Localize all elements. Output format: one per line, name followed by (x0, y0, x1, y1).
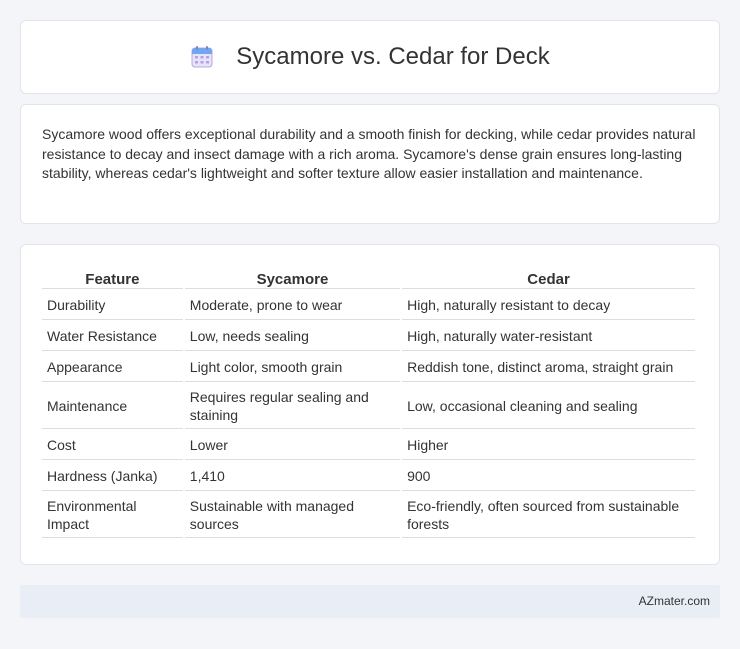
column-header-feature: Feature (42, 265, 183, 289)
table-row: Cost Lower Higher (42, 431, 695, 460)
column-header-cedar: Cedar (402, 265, 695, 289)
feature-cell: Cost (42, 431, 183, 460)
table-row: Appearance Light color, smooth grain Red… (42, 353, 695, 382)
feature-cell: Water Resistance (42, 322, 183, 351)
sycamore-cell: 1,410 (184, 462, 401, 491)
feature-cell: Maintenance (42, 384, 183, 429)
sycamore-cell: Low, needs sealing (184, 322, 401, 351)
feature-cell: Environmental Impact (42, 493, 183, 538)
comparison-table: Feature Sycamore Cedar Durability Modera… (40, 263, 697, 540)
sycamore-cell: Sustainable with managed sources (184, 493, 401, 538)
table-row: Hardness (Janka) 1,410 900 (42, 462, 695, 491)
calendar-icon (190, 45, 214, 69)
footer: AZmater.com (20, 585, 720, 618)
feature-cell: Durability (42, 291, 183, 320)
page-title: Sycamore vs. Cedar for Deck (236, 43, 550, 70)
table-row: Water Resistance Low, needs sealing High… (42, 322, 695, 351)
feature-cell: Appearance (42, 353, 183, 382)
cedar-cell: Eco-friendly, often sourced from sustain… (402, 493, 695, 538)
table-row: Environmental Impact Sustainable with ma… (42, 493, 695, 538)
sycamore-cell: Moderate, prone to wear (184, 291, 401, 320)
table-header-row: Feature Sycamore Cedar (42, 265, 695, 289)
sycamore-cell: Lower (184, 431, 401, 460)
cedar-cell: Low, occasional cleaning and sealing (402, 384, 695, 429)
summary-card: Sycamore wood offers exceptional durabil… (20, 104, 720, 224)
summary-text: Sycamore wood offers exceptional durabil… (42, 126, 696, 181)
sycamore-cell: Light color, smooth grain (184, 353, 401, 382)
cedar-cell: Reddish tone, distinct aroma, straight g… (402, 353, 695, 382)
cedar-cell: 900 (402, 462, 695, 491)
cedar-cell: High, naturally water-resistant (402, 322, 695, 351)
column-header-sycamore: Sycamore (184, 265, 401, 289)
title-card: Sycamore vs. Cedar for Deck (20, 20, 720, 94)
cedar-cell: Higher (402, 431, 695, 460)
cedar-cell: High, naturally resistant to decay (402, 291, 695, 320)
comparison-table-card: Feature Sycamore Cedar Durability Modera… (20, 244, 720, 565)
sycamore-cell: Requires regular sealing and staining (184, 384, 401, 429)
table-row: Maintenance Requires regular sealing and… (42, 384, 695, 429)
feature-cell: Hardness (Janka) (42, 462, 183, 491)
table-row: Durability Moderate, prone to wear High,… (42, 291, 695, 320)
footer-brand: AZmater.com (638, 594, 710, 608)
